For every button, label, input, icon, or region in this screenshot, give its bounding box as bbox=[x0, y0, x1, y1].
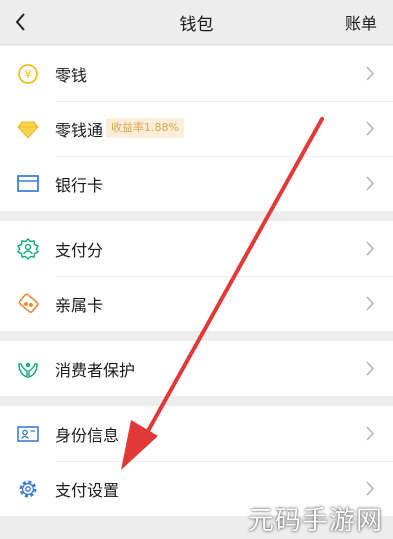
item-label: 零钱通 bbox=[55, 121, 104, 140]
wallet-group-2: 支付分 亲属卡 bbox=[0, 221, 393, 331]
list-item-pay-score[interactable]: 支付分 bbox=[0, 221, 393, 276]
nav-bar: 钱包 账单 bbox=[0, 0, 393, 45]
item-label: 消费者保护 bbox=[55, 361, 136, 380]
wallet-group-1: ¥ 零钱 零钱通 收益率1.88% 银行卡 bbox=[0, 46, 393, 211]
item-label: 身份信息 bbox=[55, 426, 120, 445]
gear-icon bbox=[19, 480, 37, 498]
diamond-icon bbox=[17, 121, 39, 139]
coin-icon: ¥ bbox=[18, 64, 38, 84]
chevron-right-icon bbox=[366, 241, 375, 256]
page-title: 钱包 bbox=[179, 15, 214, 35]
chevron-right-icon bbox=[366, 121, 375, 136]
chevron-right-icon bbox=[366, 296, 375, 311]
item-label: 亲属卡 bbox=[55, 296, 104, 315]
wallet-group-3: 消费者保护 bbox=[0, 341, 393, 396]
list-item-bank-card[interactable]: 银行卡 bbox=[0, 156, 393, 211]
chevron-right-icon bbox=[366, 481, 375, 496]
list-item-consumer-protection[interactable]: 消费者保护 bbox=[0, 341, 393, 396]
list-item-lqt[interactable]: 零钱通 收益率1.88% bbox=[0, 101, 393, 156]
list-item-change[interactable]: ¥ 零钱 bbox=[0, 46, 393, 101]
chevron-right-icon bbox=[366, 361, 375, 376]
bank-card-icon bbox=[17, 175, 39, 192]
watermark: 元码手游网 bbox=[247, 506, 383, 536]
chevron-right-icon bbox=[366, 426, 375, 441]
bill-link[interactable]: 账单 bbox=[345, 10, 377, 34]
item-label: 银行卡 bbox=[55, 176, 104, 195]
list-item-family-card[interactable]: 亲属卡 bbox=[0, 276, 393, 331]
chevron-right-icon bbox=[366, 176, 375, 191]
svg-text:¥: ¥ bbox=[25, 68, 32, 81]
list-item-identity-info[interactable]: 身份信息 bbox=[0, 406, 393, 461]
item-label: 支付设置 bbox=[55, 481, 120, 500]
yield-badge: 收益率1.88% bbox=[106, 118, 184, 138]
item-label: 支付分 bbox=[55, 241, 104, 260]
id-card-icon bbox=[17, 426, 39, 442]
protection-hands-icon bbox=[18, 362, 38, 379]
pay-score-icon bbox=[17, 238, 39, 260]
item-label: 零钱 bbox=[55, 66, 88, 85]
family-card-icon bbox=[18, 293, 39, 313]
chevron-right-icon bbox=[366, 66, 375, 81]
